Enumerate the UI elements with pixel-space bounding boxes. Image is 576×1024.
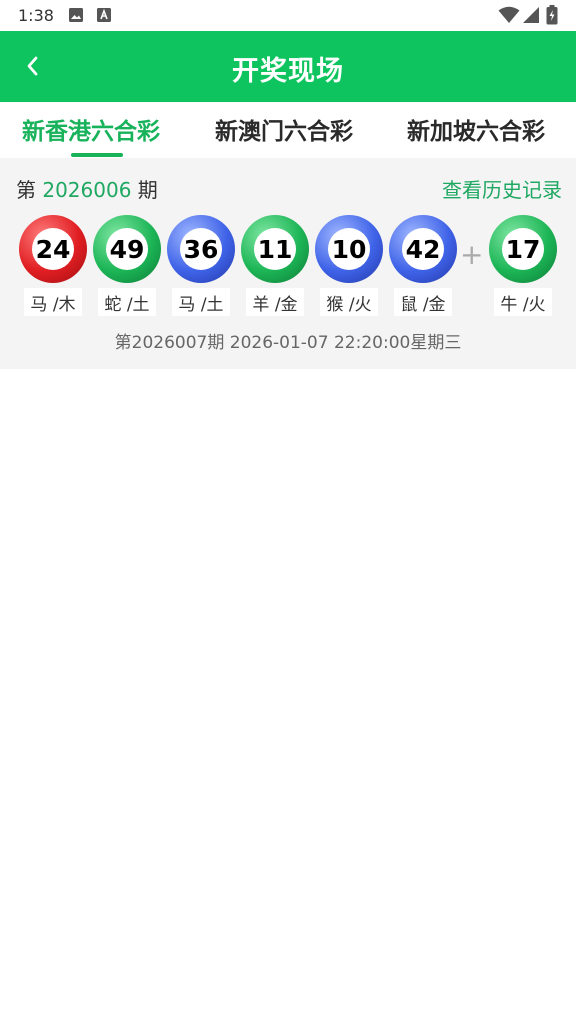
draw-result-panel: 第 2026006 期 查看历史记录 24 马 /木 49 蛇 /土 36 马 … [0,158,576,369]
a-icon [96,7,112,27]
ball-number: 42 [402,228,444,270]
lottery-ball: 36 [167,215,235,283]
ball-number: 11 [254,228,296,270]
ball-zodiac: 羊 /金 [246,288,304,316]
app-bar: 开奖现场 [0,31,576,102]
tab-singapore[interactable]: 新加坡六合彩 [407,112,545,146]
status-time: 1:38 [18,6,54,25]
issue-prefix: 第 [16,178,36,202]
ball-number: 17 [502,228,544,270]
ball-zodiac: 蛇 /土 [98,288,156,316]
lottery-ball: 10 [315,215,383,283]
signal-icon [522,6,540,28]
ball-zodiac: 牛 /火 [494,288,552,316]
ball-number: 36 [180,228,222,270]
ball-zodiac: 马 /土 [172,288,230,316]
lottery-ball: 11 [241,215,309,283]
wifi-icon [498,6,520,28]
battery-charging-icon [546,5,558,29]
ball-zodiac: 猴 /火 [320,288,378,316]
active-tab-indicator [71,153,123,157]
issue-label: 第 2026006 期 [16,174,158,203]
tab-hong-kong[interactable]: 新香港六合彩 [22,112,160,146]
lottery-ball: 49 [93,215,161,283]
page-title: 开奖现场 [232,56,344,87]
lottery-ball: 24 [19,215,87,283]
image-icon [68,7,84,27]
lottery-tabs: 新香港六合彩 新澳门六合彩 新加坡六合彩 [0,102,576,158]
ball-zodiac: 马 /木 [24,288,82,316]
issue-suffix: 期 [137,178,158,202]
lottery-ball: 42 [389,215,457,283]
issue-number: 2026006 [42,178,132,202]
special-ball: 17 [489,215,557,283]
ball-number: 10 [328,228,370,270]
next-draw-info: 第2026007期 2026-01-07 22:20:00星期三 [114,333,462,353]
history-link[interactable]: 查看历史记录 [442,174,562,203]
plus-sign: + [460,238,484,271]
ball-zodiac: 鼠 /金 [394,288,452,316]
status-bar: 1:38 [0,0,576,31]
ball-number: 24 [32,228,74,270]
ball-number: 49 [106,228,148,270]
tab-macau[interactable]: 新澳门六合彩 [215,112,353,146]
